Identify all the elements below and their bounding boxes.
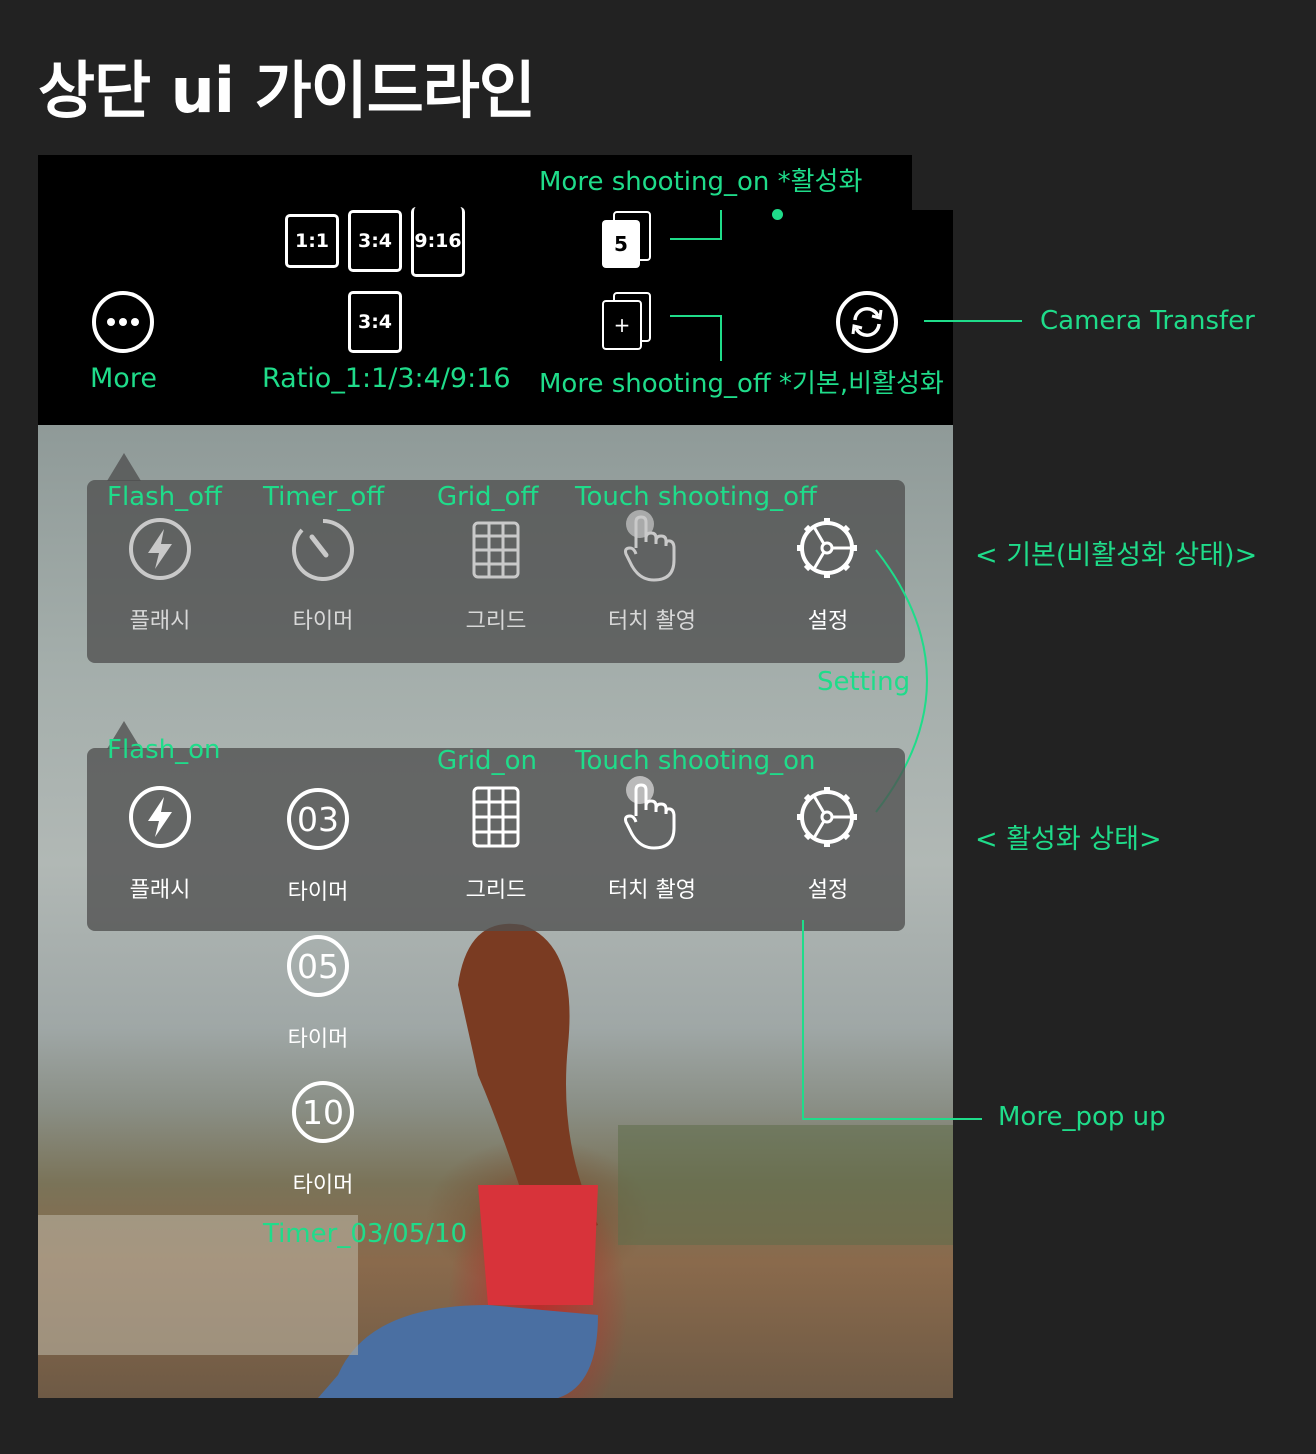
timer-label: 타이머 <box>287 880 349 905</box>
annotation-line <box>720 315 722 361</box>
grid-off-caption: Grid_off <box>437 482 539 512</box>
timer-05-label: 타이머 <box>287 1027 349 1052</box>
annotation-line <box>670 238 722 240</box>
timer-03-icon[interactable]: 03 <box>287 788 349 850</box>
flash-on-icon[interactable] <box>128 785 192 849</box>
flash-label: 플래시 <box>129 878 191 903</box>
active-indicator-dot <box>772 209 783 220</box>
ratio-caption: Ratio_1:1/3:4/9:16 <box>262 363 511 394</box>
flash-on-caption: Flash_on <box>107 735 221 765</box>
setting-caption: Setting <box>817 667 911 697</box>
settings-icon[interactable] <box>792 782 862 852</box>
camera-switch-icon <box>851 307 883 337</box>
topbar-notch <box>912 155 953 210</box>
touch-on-icon[interactable] <box>620 776 680 852</box>
touch-shooting-off-caption: Touch shooting_off <box>575 482 817 512</box>
flash-off-icon[interactable] <box>128 517 192 581</box>
more-icon[interactable] <box>92 291 154 353</box>
timer-label: 타이머 <box>292 609 354 634</box>
ratio-3-4-button[interactable]: 3:4 <box>348 210 402 272</box>
settings-icon[interactable] <box>792 513 862 583</box>
inactive-state-note: < 기본(비활성화 상태)> <box>975 540 1258 571</box>
annotation-line <box>802 920 804 1120</box>
annotation-line <box>720 210 722 240</box>
popup-pointer <box>107 453 141 481</box>
camera-transfer-button[interactable] <box>836 291 898 353</box>
grid-off-icon[interactable] <box>472 521 520 579</box>
more-shooting-on-button[interactable]: 5 <box>602 220 640 268</box>
page-title: 상단 ui 가이드라인 <box>38 54 536 127</box>
more-shooting-on-caption: More shooting_on *활성화 <box>539 167 863 197</box>
annotation-line <box>670 315 722 317</box>
timer-off-icon[interactable] <box>290 517 356 583</box>
more-popup-caption: More_pop up <box>998 1102 1166 1132</box>
flash-off-caption: Flash_off <box>107 482 222 512</box>
flash-label: 플래시 <box>129 609 191 634</box>
timer-10-label: 타이머 <box>292 1173 354 1198</box>
settings-label: 설정 <box>807 878 849 903</box>
annotation-line <box>924 320 1022 322</box>
grid-on-icon[interactable] <box>472 786 520 848</box>
timer-05-option[interactable]: 05 <box>287 935 349 997</box>
dots-icon <box>107 318 139 326</box>
touch-off-icon[interactable] <box>620 508 680 584</box>
active-state-note: < 활성화 상태> <box>975 824 1162 855</box>
camera-transfer-caption: Camera Transfer <box>1040 306 1255 336</box>
timer-options-caption: Timer_03/05/10 <box>263 1219 468 1249</box>
ratio-1-1-button[interactable]: 1:1 <box>285 214 339 268</box>
more-shooting-off-caption: More shooting_off *기본,비활성화 <box>539 369 944 399</box>
annotation-line <box>802 1118 982 1120</box>
more-caption: More <box>90 363 157 394</box>
ratio-selected-button[interactable]: 3:4 <box>348 291 402 353</box>
touch-shooting-on-caption: Touch shooting_on <box>575 746 816 776</box>
grid-label: 그리드 <box>465 878 527 903</box>
timer-10-option[interactable]: 10 <box>292 1081 354 1143</box>
more-shooting-off-button[interactable]: + <box>602 300 642 350</box>
touch-shooting-label: 터치 촬영 <box>608 878 696 903</box>
ratio-9-16-button[interactable]: 9:16 <box>411 207 465 277</box>
grid-on-caption: Grid_on <box>437 746 537 776</box>
grid-label: 그리드 <box>465 609 527 634</box>
timer-off-caption: Timer_off <box>263 482 385 512</box>
touch-shooting-label: 터치 촬영 <box>608 609 696 634</box>
